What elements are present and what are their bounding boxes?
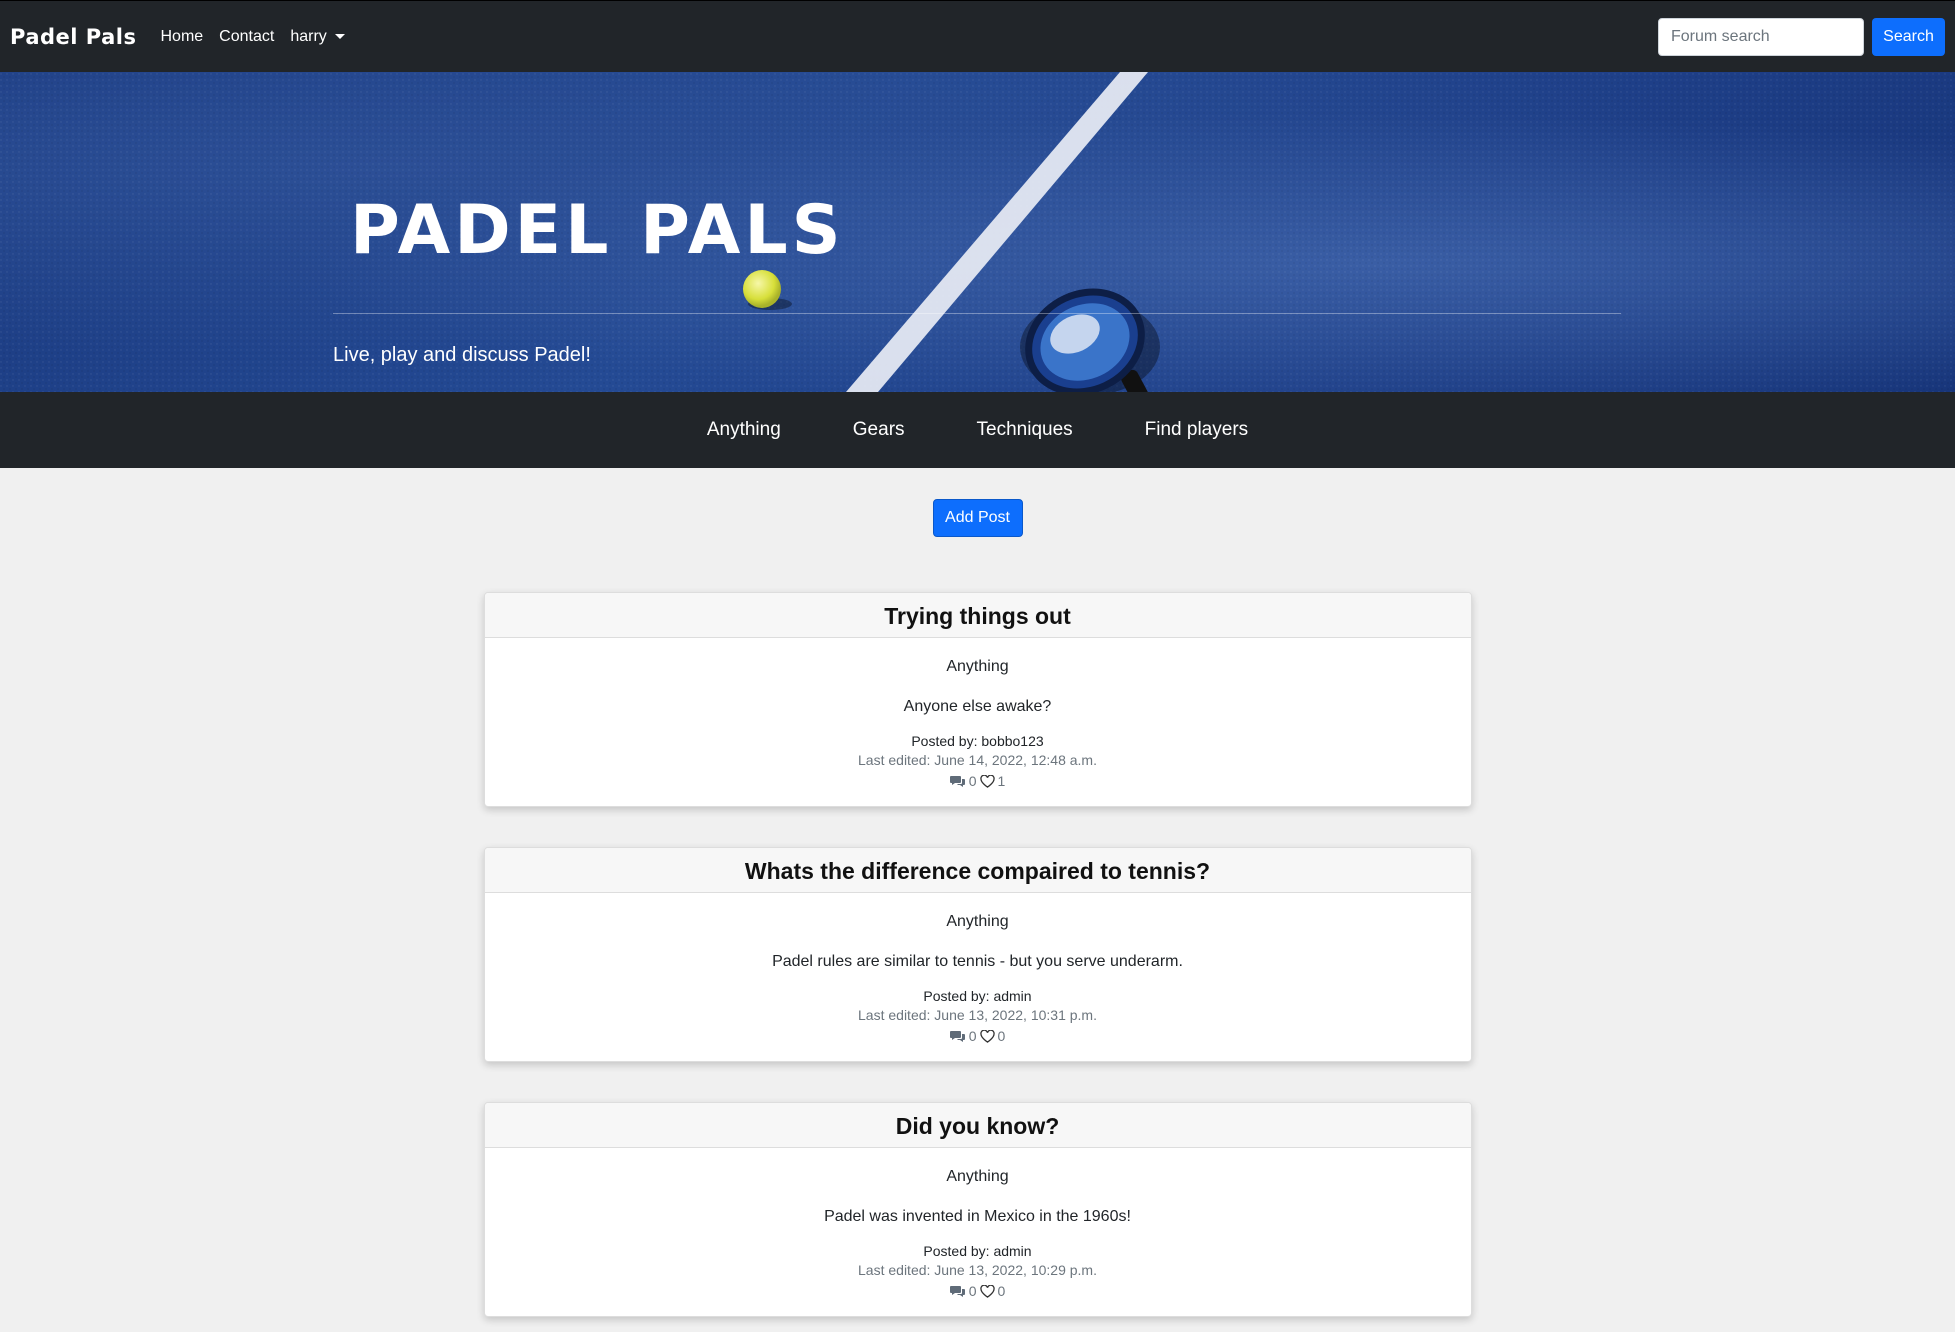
post-author: Posted by: admin [923, 988, 1032, 1004]
brand-logo[interactable]: Padel Pals [10, 25, 136, 49]
like-count: 1 [997, 773, 1006, 789]
post-author: Posted by: bobbo123 [911, 733, 1044, 749]
post-content: Padel rules are similar to tennis - but … [772, 953, 1183, 970]
post-title[interactable]: Trying things out [484, 593, 1471, 638]
add-post-container: Add Post [0, 468, 1955, 537]
heart-icon[interactable] [979, 1284, 995, 1298]
comment-count: 0 [968, 1283, 977, 1299]
comments-icon [949, 1285, 966, 1298]
post-body: Anything Padel rules are similar to tenn… [485, 893, 1471, 1061]
post-stats: 0 0 [485, 1282, 1471, 1300]
post-list: Trying things out Anything Anyone else a… [0, 592, 1955, 1317]
post-title[interactable]: Did you know? [484, 1103, 1471, 1148]
post-body: Anything Padel was invented in Mexico in… [485, 1148, 1471, 1316]
comments-icon [949, 1030, 966, 1043]
post-content: Padel was invented in Mexico in the 1960… [824, 1208, 1131, 1225]
nav-home-link[interactable]: Home [160, 28, 203, 46]
top-navbar: Padel Pals Home Contact harry Search [0, 0, 1955, 72]
category-techniques[interactable]: Techniques [977, 419, 1073, 441]
court-background-image [0, 72, 1955, 392]
search-button[interactable]: Search [1872, 18, 1945, 56]
like-count: 0 [997, 1283, 1006, 1299]
post-last-edited: Last edited: June 13, 2022, 10:31 p.m. [858, 1007, 1097, 1023]
heart-icon[interactable] [979, 774, 995, 788]
post-stats: 0 1 [485, 772, 1471, 790]
post-card[interactable]: Trying things out Anything Anyone else a… [483, 592, 1472, 807]
comment-count: 0 [968, 1028, 977, 1044]
caret-down-icon [334, 33, 345, 39]
post-stats: 0 0 [485, 1027, 1471, 1045]
tennis-ball-icon [743, 270, 781, 308]
heart-icon[interactable] [979, 1029, 995, 1043]
category-anything[interactable]: Anything [707, 419, 781, 441]
category-nav: Anything Gears Techniques Find players [0, 392, 1955, 468]
hero-subtitle: Live, play and discuss Padel! [333, 344, 591, 366]
user-dropdown[interactable]: harry [290, 27, 345, 46]
post-category: Anything [946, 658, 1009, 675]
search-input[interactable] [1658, 18, 1864, 56]
post-category: Anything [946, 913, 1009, 930]
comments-icon [949, 775, 966, 788]
post-body: Anything Anyone else awake? Posted by: b… [485, 638, 1471, 806]
category-find-players[interactable]: Find players [1145, 419, 1249, 441]
post-author: Posted by: admin [923, 1243, 1032, 1259]
post-last-edited: Last edited: June 13, 2022, 10:29 p.m. [858, 1262, 1097, 1278]
comment-count: 0 [968, 773, 977, 789]
user-dropdown-label: harry [290, 27, 327, 45]
category-gears[interactable]: Gears [853, 419, 905, 441]
add-post-button[interactable]: Add Post [932, 499, 1023, 537]
nav-contact-link[interactable]: Contact [219, 28, 274, 46]
post-content: Anyone else awake? [903, 698, 1052, 715]
post-card[interactable]: Did you know? Anything Padel was invente… [483, 1102, 1472, 1317]
post-title[interactable]: Whats the difference compaired to tennis… [484, 848, 1471, 893]
hero-divider [333, 313, 1621, 314]
hero-title: PADEL PALS [350, 191, 845, 270]
post-last-edited: Last edited: June 14, 2022, 12:48 a.m. [858, 752, 1097, 768]
post-category: Anything [946, 1168, 1009, 1185]
like-count: 0 [997, 1028, 1006, 1044]
hero-banner: PADEL PALS Live, play and discuss Padel! [0, 72, 1955, 392]
post-card[interactable]: Whats the difference compaired to tennis… [483, 847, 1472, 1062]
search-form: Search [1658, 18, 1945, 56]
